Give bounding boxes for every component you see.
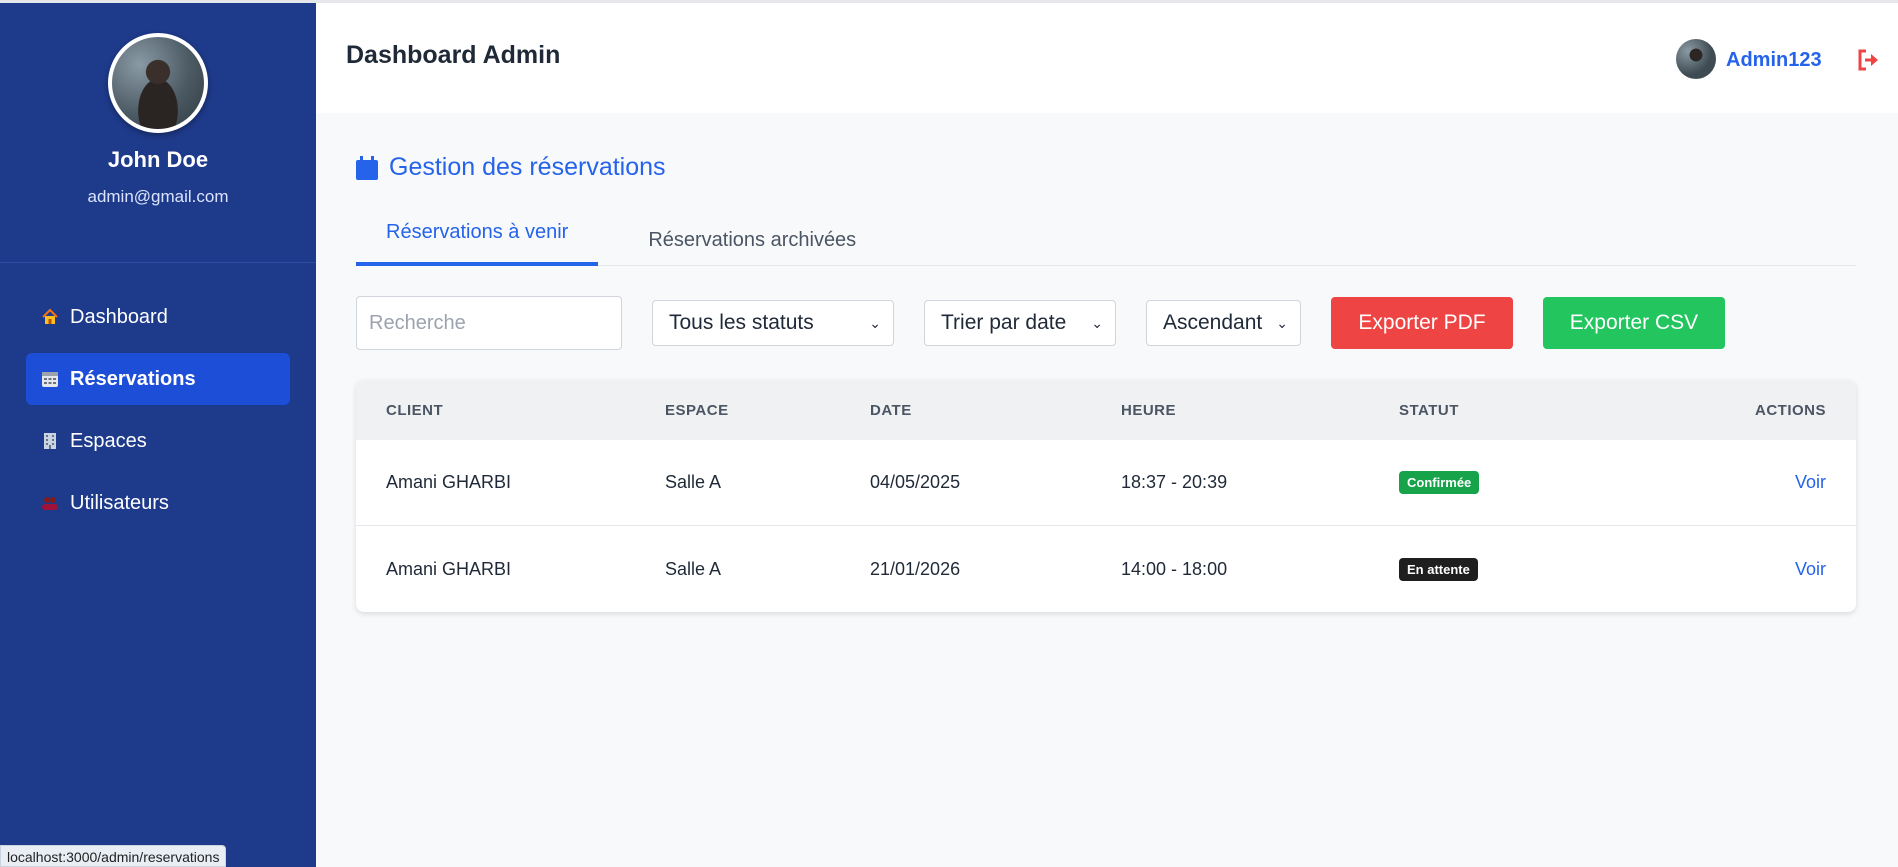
- chevron-down-icon: ⌄: [869, 314, 881, 331]
- topbar: Dashboard Admin Admin123: [316, 0, 1898, 113]
- col-statut[interactable]: STATUT: [1399, 402, 1729, 419]
- view-link[interactable]: Voir: [1795, 559, 1826, 579]
- cell-heure: 14:00 - 18:00: [1121, 558, 1228, 579]
- status-badge: En attente: [1399, 557, 1478, 581]
- view-link[interactable]: Voir: [1795, 472, 1826, 492]
- status-badge: Confirmée: [1399, 471, 1480, 494]
- status-bar-url: localhost:3000/admin/reservations: [0, 845, 227, 867]
- sidebar-item-dashboard[interactable]: Dashboard: [26, 291, 290, 343]
- export-pdf-button[interactable]: Exporter PDF: [1331, 297, 1513, 349]
- sidebar-nav: Dashboard Réservations Espaces Utilisate…: [0, 263, 316, 567]
- building-icon: [40, 431, 60, 451]
- sidebar-item-label: Utilisateurs: [70, 491, 169, 514]
- export-csv-button[interactable]: Exporter CSV: [1543, 297, 1725, 349]
- tab-upcoming[interactable]: Réservations à venir: [356, 208, 599, 266]
- cell-date: 21/01/2026: [870, 558, 961, 579]
- logout-icon[interactable]: [1856, 47, 1882, 73]
- col-heure[interactable]: HEURE: [1121, 402, 1399, 419]
- col-actions: ACTIONS: [1755, 401, 1826, 419]
- sidebar-item-utilisateurs[interactable]: Utilisateurs: [26, 477, 290, 529]
- chevron-down-icon: ⌄: [1091, 314, 1103, 331]
- cell-statut: En attente: [1399, 557, 1729, 581]
- cell-date: 04/05/2025: [870, 472, 961, 492]
- main-content: Gestion des réservations Réservations à …: [356, 113, 1856, 612]
- status-select-value: Tous les statuts: [669, 311, 814, 334]
- avatar: [108, 33, 208, 133]
- table-row: Amani GHARBI Salle A 21/01/2026 14:00 - …: [356, 526, 1856, 612]
- sidebar: John Doe admin@gmail.com Dashboard Réser…: [0, 0, 316, 867]
- order-select-value: Ascendant: [1163, 311, 1263, 334]
- page-title: Dashboard Admin: [346, 41, 561, 69]
- sort-select[interactable]: Trier par date ⌄: [924, 300, 1116, 346]
- username-link[interactable]: Admin123: [1726, 49, 1822, 72]
- cell-heure: 18:37 - 20:39: [1121, 472, 1228, 492]
- tab-archived[interactable]: Réservations archivées: [598, 208, 886, 266]
- sidebar-item-label: Espaces: [70, 429, 147, 452]
- cell-client: Amani GHARBI: [386, 558, 512, 579]
- cell-espace: Salle A: [665, 472, 722, 492]
- sidebar-item-label: Réservations: [70, 367, 196, 390]
- cell-client: Amani GHARBI: [386, 472, 512, 492]
- profile-email: admin@gmail.com: [87, 187, 229, 206]
- user-avatar[interactable]: [1676, 39, 1716, 79]
- search-input[interactable]: Recherche: [356, 296, 622, 350]
- calendar-icon: [356, 155, 378, 180]
- sidebar-item-label: Dashboard: [70, 305, 168, 328]
- section-title: Gestion des réservations: [356, 153, 1856, 182]
- users-icon: [40, 493, 60, 513]
- col-date[interactable]: DATE: [870, 402, 1121, 419]
- sort-select-value: Trier par date: [941, 311, 1067, 334]
- chevron-down-icon: ⌄: [1276, 314, 1288, 331]
- sidebar-item-reservations[interactable]: Réservations: [26, 353, 290, 405]
- tabs: Réservations à venir Réservations archiv…: [356, 208, 1856, 266]
- section-title-text: Gestion des réservations: [389, 153, 666, 181]
- sidebar-item-espaces[interactable]: Espaces: [26, 415, 290, 467]
- cell-statut: Confirmée: [1399, 471, 1729, 494]
- filters-bar: Recherche Tous les statuts ⌄ Trier par d…: [356, 296, 1856, 350]
- reservations-table: CLIENT ESPACE DATE HEURE STATUT ACTIONS …: [356, 380, 1856, 612]
- calendar-icon: [40, 369, 60, 389]
- cell-actions: Voir: [1729, 559, 1856, 580]
- sidebar-profile: John Doe admin@gmail.com: [0, 3, 316, 263]
- cell-actions: Voir: [1729, 472, 1856, 493]
- profile-name: John Doe: [107, 147, 209, 172]
- house-icon: [40, 307, 60, 327]
- table-row: Amani GHARBI Salle A 04/05/2025 18:37 - …: [356, 440, 1856, 526]
- status-select[interactable]: Tous les statuts ⌄: [652, 300, 894, 346]
- order-select[interactable]: Ascendant ⌄: [1146, 300, 1301, 346]
- table-header: CLIENT ESPACE DATE HEURE STATUT ACTIONS: [356, 380, 1856, 440]
- cell-espace: Salle A: [665, 558, 722, 579]
- col-espace[interactable]: ESPACE: [665, 402, 870, 419]
- col-client[interactable]: CLIENT: [356, 402, 665, 419]
